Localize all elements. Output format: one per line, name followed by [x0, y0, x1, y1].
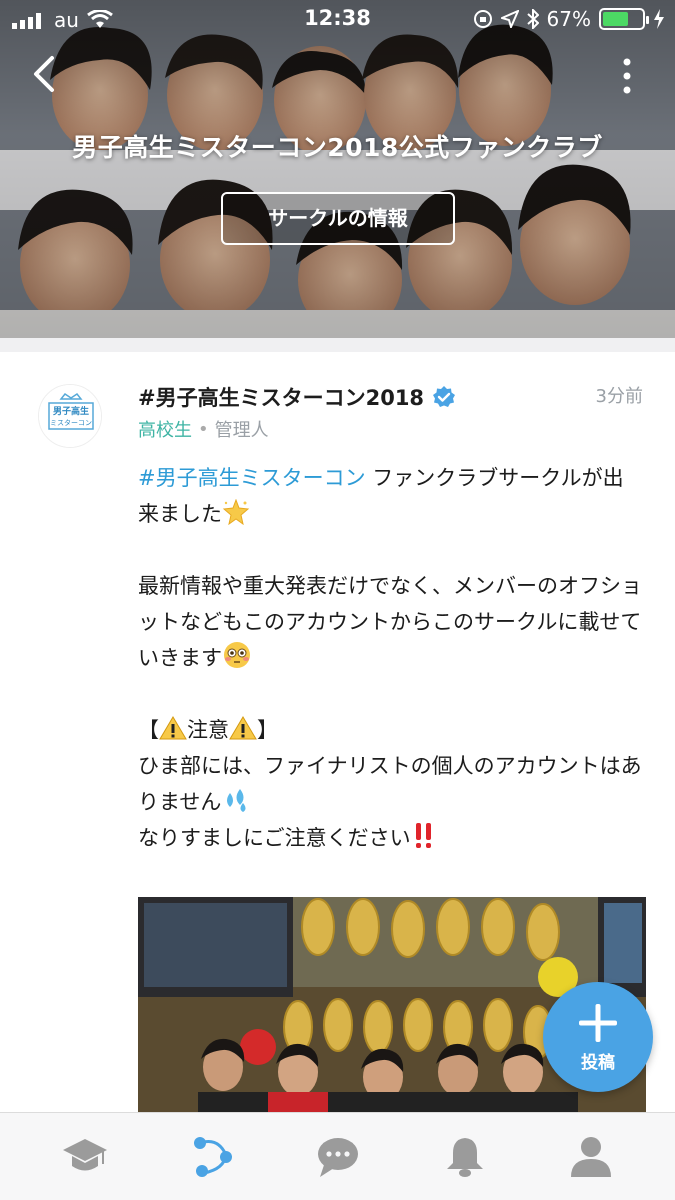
circle-network-icon [194, 1137, 232, 1177]
notice-line-1: ひま部には、ファイナリストの個人のアカウントはありません [138, 754, 642, 814]
post-text: #男子高生ミスターコン ファンクラブサークルが出来ました 最新情報や重大発表だけ… [138, 460, 643, 856]
mister-contest-logo: 男子高生 ミスターコン [39, 385, 101, 447]
more-options-icon[interactable] [617, 56, 637, 96]
hashtag-link[interactable]: #男子高生ミスターコン [138, 466, 366, 490]
svg-text:男子高生: 男子高生 [53, 405, 89, 417]
new-post-button[interactable]: 投稿 [543, 982, 653, 1092]
bell-icon [447, 1138, 483, 1177]
warning-icon [229, 716, 257, 740]
bottom-tab-bar [0, 1112, 675, 1200]
circle-title: 男子高生ミスターコン2018公式ファンクラブ [72, 133, 603, 162]
plus-icon [579, 1004, 617, 1042]
tab-notifications[interactable] [441, 1135, 489, 1179]
author-role: 管理人 [214, 420, 269, 441]
author-name-text: #男子高生ミスターコン2018 [138, 386, 425, 410]
battery-percent: 67% [546, 7, 591, 31]
back-button[interactable] [26, 52, 62, 96]
bluetooth-icon [526, 9, 539, 29]
post-paragraph-1: #男子高生ミスターコン ファンクラブサークルが出来ました [138, 466, 624, 526]
circle-info-button[interactable]: サークルの情報 [221, 192, 455, 245]
warning-icon [159, 716, 187, 740]
divider [0, 338, 675, 352]
profile-icon [571, 1137, 611, 1177]
notice-heading: 【注意】 [138, 712, 643, 748]
post-paragraph-2: 最新情報や重大発表だけでなく、メンバーのオフショットなどもこのアカウントからこの… [138, 574, 642, 670]
rotation-lock-icon [473, 10, 492, 28]
tab-circle[interactable] [188, 1135, 236, 1179]
sweat-droplets-icon [227, 789, 246, 812]
post-timestamp: 3分前 [595, 386, 643, 407]
meta-separator: • [198, 418, 209, 440]
sparkle-star-icon [222, 499, 250, 525]
svg-text:ミスターコン: ミスターコン [50, 418, 92, 427]
notice-line-2: なりすましにご注意ください [138, 820, 643, 856]
graduation-cap-icon [63, 1139, 107, 1161]
author-meta: 高校生 • 管理人 [138, 416, 269, 442]
chat-bubble-icon [318, 1138, 358, 1177]
battery-icon [599, 8, 649, 30]
author-school: 高校生 [138, 420, 192, 441]
new-post-label: 投稿 [581, 1053, 615, 1073]
author-avatar[interactable]: 男子高生 ミスターコン [38, 384, 102, 448]
circle-header: au 12:38 67% 男子高生ミスターコン2018公式ファンクラブ サークル… [0, 0, 675, 338]
location-arrow-icon [500, 10, 519, 28]
double-exclamation-icon [415, 823, 431, 848]
tab-messages[interactable] [314, 1135, 362, 1179]
flushed-face-icon [224, 642, 250, 668]
verified-badge-icon [433, 386, 456, 407]
status-bar: au 12:38 67% [0, 0, 675, 40]
author-name[interactable]: #男子高生ミスターコン2018 [138, 382, 456, 412]
tab-profile[interactable] [567, 1135, 615, 1179]
tab-school[interactable] [61, 1135, 109, 1179]
charging-bolt-icon [654, 9, 664, 29]
